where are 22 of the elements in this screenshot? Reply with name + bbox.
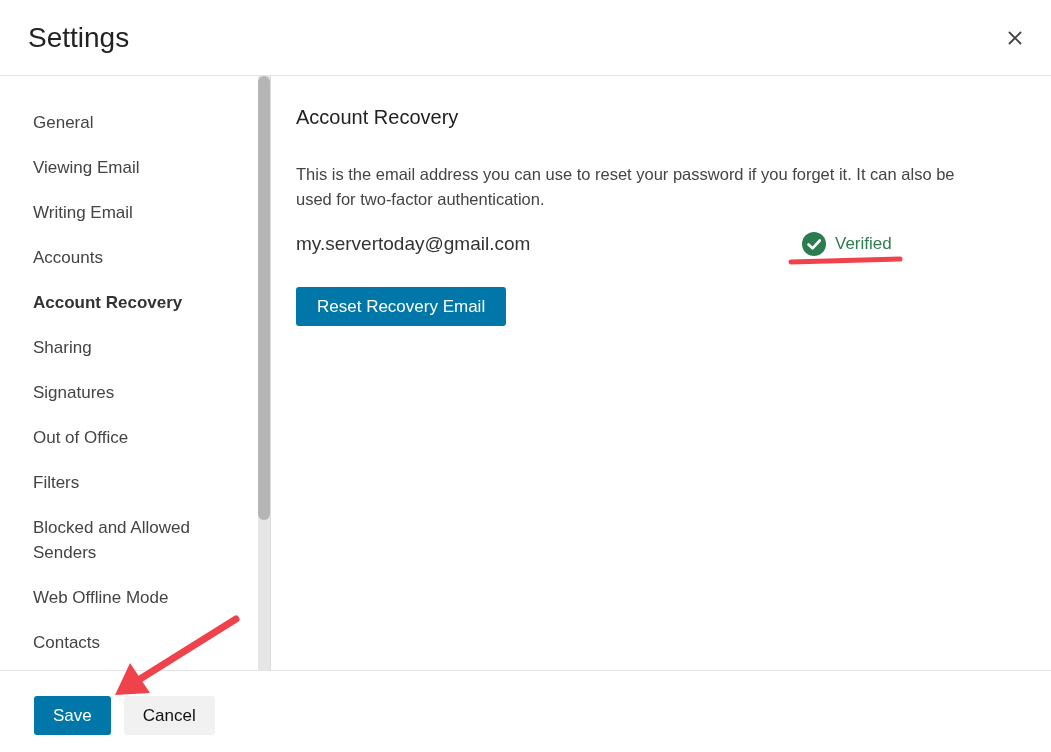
verified-status: Verified	[835, 233, 892, 255]
scrollbar[interactable]	[258, 76, 270, 670]
save-button[interactable]: Save	[34, 696, 111, 735]
sidebar-item[interactable]: Contacts	[33, 630, 223, 655]
sidebar-item[interactable]: Blocked and Allowed Senders	[33, 515, 223, 565]
sidebar-item[interactable]: Web Offline Mode	[33, 585, 223, 610]
reset-recovery-email-button[interactable]: Reset Recovery Email	[296, 287, 507, 326]
cancel-button[interactable]: Cancel	[123, 696, 215, 735]
sidebar-item[interactable]: Filters	[33, 470, 223, 495]
sidebar-item[interactable]: Writing Email	[33, 200, 223, 225]
dialog-title: Settings	[28, 20, 130, 55]
sidebar-item[interactable]: General	[33, 110, 223, 135]
sidebar-item[interactable]: Out of Office	[33, 425, 223, 450]
recovery-email: my.servertoday@gmail.com	[296, 233, 531, 254]
sidebar-item[interactable]: Accounts	[33, 245, 223, 270]
sidebar-item[interactable]: Account Recovery	[33, 290, 223, 315]
sidebar-item[interactable]: Signatures	[33, 380, 223, 405]
sidebar-item[interactable]: Viewing Email	[33, 155, 223, 180]
description-text: This is the email address you can use to reset your password if you forget it. It can also be used for two-factor authentication.	[296, 164, 956, 210]
sidebar-item[interactable]: Sharing	[33, 335, 223, 360]
check-circle-icon	[802, 232, 826, 256]
section-heading: Account Recovery	[296, 105, 459, 130]
